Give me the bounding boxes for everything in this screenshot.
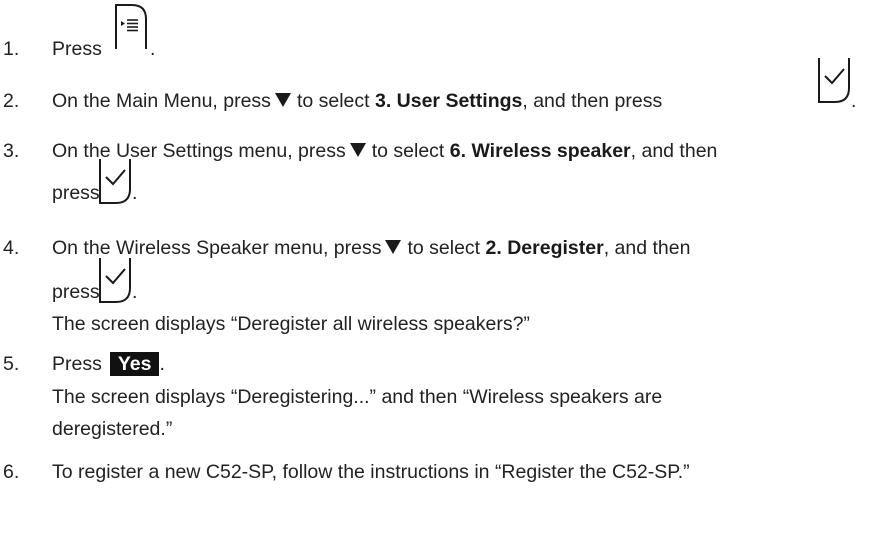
ok-check-key-icon: [99, 258, 131, 303]
step-number: 5.: [3, 353, 20, 375]
step-number: 3.: [3, 140, 20, 162]
ok-check-key-icon: [99, 159, 131, 204]
step-text: Press: [52, 38, 102, 60]
step-end: .: [132, 182, 138, 204]
step-number: 1.: [3, 38, 20, 60]
yes-softkey-button: Yes: [109, 352, 160, 376]
menu-key-icon: [115, 4, 147, 49]
ok-check-key-icon: [818, 58, 850, 103]
step-number: 2.: [3, 90, 20, 112]
menu-option: 3. User Settings: [374, 90, 523, 112]
step-end: .: [150, 38, 156, 60]
step-text: Press Yes.: [52, 352, 165, 376]
step-text: To register a new C52-SP, follow the ins…: [52, 461, 690, 483]
down-triangle-icon: [349, 143, 366, 157]
step-text: On the User Settings menu, press to selec…: [52, 140, 718, 162]
step-text: On the Wireless Speaker menu, press to se…: [52, 237, 691, 259]
menu-option: 2. Deregister: [485, 237, 604, 259]
step-text: On the Main Menu, press to select 3. User…: [52, 90, 663, 112]
step-end: .: [132, 281, 138, 303]
down-triangle-icon: [385, 240, 402, 254]
step-end: .: [851, 90, 857, 112]
down-triangle-icon: [274, 93, 291, 107]
menu-option: 6. Wireless speaker: [449, 140, 631, 162]
step-number: 6.: [3, 461, 20, 483]
step-number: 4.: [3, 237, 20, 259]
